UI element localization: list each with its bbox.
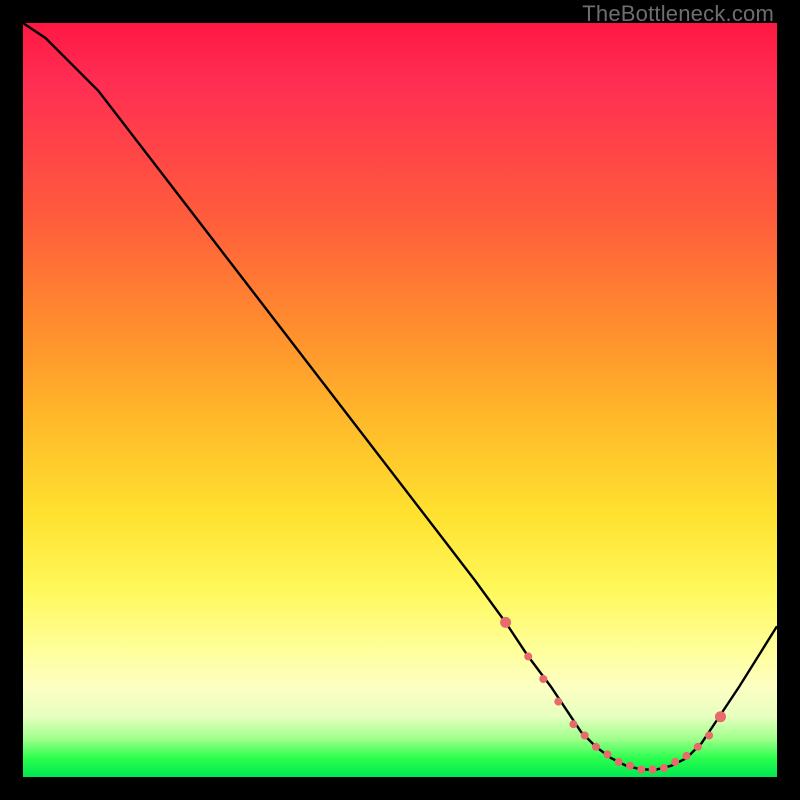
bottleneck-curve [23,23,777,770]
highlight-dot [581,732,589,740]
highlight-dots [500,617,726,774]
highlight-dot [649,766,657,774]
highlight-dot [615,758,623,766]
highlight-dot [683,752,691,760]
highlight-dot [626,762,634,770]
watermark-text: TheBottleneck.com [582,1,774,27]
highlight-dot [554,698,562,706]
chart-svg [23,23,777,777]
highlight-dot [671,758,679,766]
highlight-dot [569,720,577,728]
highlight-dot [524,652,532,660]
highlight-dot [660,764,668,772]
highlight-dot [715,711,726,722]
highlight-dot [694,743,702,751]
highlight-dot [539,675,547,683]
highlight-dot [705,732,713,740]
highlight-dot [603,750,611,758]
highlight-dot [637,766,645,774]
highlight-dot [500,617,511,628]
highlight-dot [592,743,600,751]
chart-frame: TheBottleneck.com [0,0,800,800]
